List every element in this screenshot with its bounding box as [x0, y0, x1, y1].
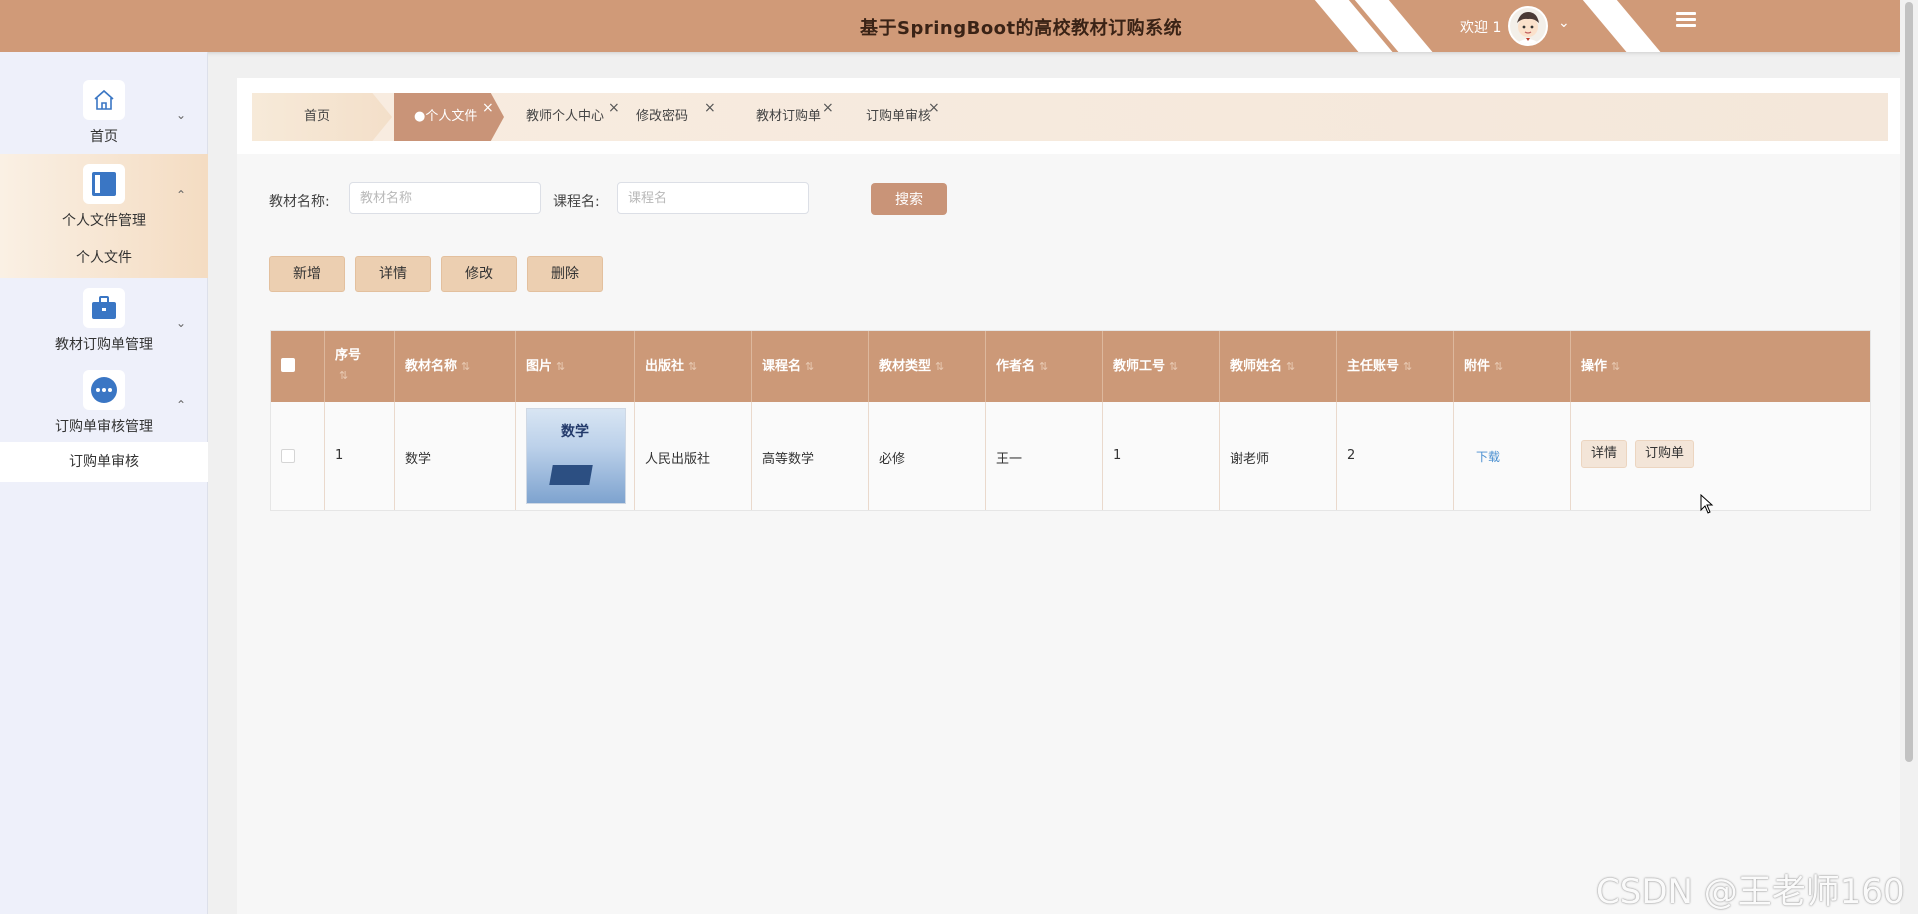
- tab-change-password[interactable]: 修改密码 ×: [624, 93, 734, 141]
- document-panel-icon: [83, 164, 125, 204]
- cell-teacher-id: 1: [1113, 448, 1122, 463]
- delete-button[interactable]: 删除: [527, 256, 603, 292]
- header-decor-stripe: [1574, 0, 1676, 52]
- cell-author: 王一: [996, 452, 1023, 467]
- data-table: 序号 ⇅ 教材名称 ⇅ 图片 ⇅ 出版社 ⇅ 课程名 ⇅ 教材类型 ⇅ 作者名 ⇅ 教师工号 ⇅…: [270, 330, 1871, 511]
- close-icon[interactable]: ×: [928, 84, 940, 132]
- detail-button[interactable]: 详情: [355, 256, 431, 292]
- sidebar-item-label: 首页: [90, 129, 118, 145]
- cell-textbook-name: 数学: [405, 452, 432, 467]
- column-header[interactable]: 主任账号 ⇅: [1347, 355, 1412, 374]
- scrollbar-thumb[interactable]: [1905, 2, 1913, 762]
- cell-director: 2: [1347, 448, 1356, 463]
- sidebar-item-label: 教材订购单管理: [55, 337, 153, 353]
- column-header[interactable]: 出版社 ⇅: [645, 355, 697, 374]
- column-header[interactable]: 附件 ⇅: [1464, 355, 1503, 374]
- column-header[interactable]: 教材类型 ⇅: [879, 355, 944, 374]
- tab-textbook-order[interactable]: 教材订购单 ×: [742, 93, 852, 141]
- vertical-scrollbar[interactable]: [1900, 0, 1918, 914]
- close-icon[interactable]: ×: [482, 93, 494, 132]
- tab-personal-file[interactable]: ●个人文件 ×: [394, 93, 504, 141]
- chevron-up-icon: ⌃: [175, 188, 186, 202]
- welcome-text: 欢迎 1: [1460, 20, 1502, 36]
- close-icon[interactable]: ×: [704, 84, 716, 132]
- chevron-down-icon: ⌄: [175, 316, 186, 330]
- cell-course: 高等数学: [762, 452, 815, 467]
- home-icon: [83, 80, 125, 120]
- sidebar-item-review-management[interactable]: 订购单审核管理 ⌃: [0, 370, 208, 442]
- dots-circle-icon: [83, 370, 125, 410]
- chevron-down-icon[interactable]: ⌄: [1558, 15, 1570, 31]
- row-detail-button[interactable]: 详情: [1581, 440, 1628, 468]
- column-header[interactable]: 课程名 ⇅: [762, 355, 814, 374]
- column-header[interactable]: 教师工号 ⇅: [1113, 355, 1178, 374]
- watermark: CSDN @王老师160: [1596, 872, 1905, 912]
- course-name-input[interactable]: [617, 182, 809, 214]
- tab-home[interactable]: 首页: [252, 93, 392, 141]
- column-header[interactable]: 教师姓名 ⇅: [1230, 355, 1295, 374]
- tab-teacher-center[interactable]: 教师个人中心 ×: [514, 93, 624, 141]
- textbook-cover-image[interactable]: 数学: [526, 408, 626, 504]
- sidebar: 首页 ⌄ 个人文件管理 ⌃ 个人文件 教材订购单管理 ⌄ 订购单审核管理 ⌃ 订…: [0, 52, 208, 914]
- laptop-illustration: [549, 465, 593, 485]
- tab-bar: 首页 ●个人文件 × 教师个人中心 × 修改密码 × 教材订购单 × 订购单审核…: [237, 78, 1900, 154]
- add-button[interactable]: 新增: [269, 256, 345, 292]
- search-label-course: 课程名:: [553, 194, 600, 210]
- table-header: 序号 ⇅ 教材名称 ⇅ 图片 ⇅ 出版社 ⇅ 课程名 ⇅ 教材类型 ⇅ 作者名 ⇅ 教师工号 ⇅…: [271, 331, 1870, 402]
- column-header[interactable]: 序号 ⇅: [335, 346, 361, 386]
- sidebar-subitem-personal-file[interactable]: 个人文件: [0, 238, 208, 278]
- chevron-down-icon: ⌄: [175, 108, 186, 122]
- row-checkbox[interactable]: [281, 449, 295, 463]
- sidebar-item-home[interactable]: 首页 ⌄: [0, 80, 208, 150]
- table-row: 1 数学 数学 人民出版社 高等数学 必修 王一 1 谢老师 2 下载 详情 订…: [271, 402, 1870, 510]
- menu-toggle-icon[interactable]: [1676, 12, 1696, 30]
- main-content: 首页 ●个人文件 × 教师个人中心 × 修改密码 × 教材订购单 × 订购单审核…: [237, 78, 1900, 914]
- sidebar-item-label: 订购单审核管理: [55, 419, 153, 435]
- download-link[interactable]: 下载: [1476, 448, 1500, 465]
- sidebar-item-label: 个人文件管理: [62, 213, 146, 229]
- select-all-checkbox[interactable]: [281, 358, 295, 372]
- column-header[interactable]: 作者名 ⇅: [996, 355, 1048, 374]
- sidebar-subitem-order-review[interactable]: 订购单审核: [0, 442, 208, 482]
- chevron-up-icon: ⌃: [175, 398, 186, 412]
- top-header: 基于SpringBoot的高校教材订购系统 欢迎 1 ⌄: [0, 0, 1900, 52]
- cell-index: 1: [335, 448, 344, 463]
- tab-order-review[interactable]: 订购单审核 ×: [852, 93, 962, 141]
- app-title: 基于SpringBoot的高校教材订购系统: [860, 18, 1183, 39]
- search-label-textbook: 教材名称:: [269, 194, 330, 210]
- edit-button[interactable]: 修改: [441, 256, 517, 292]
- close-icon[interactable]: ×: [608, 84, 620, 132]
- close-icon[interactable]: ×: [822, 84, 834, 132]
- search-button[interactable]: 搜索: [871, 183, 947, 215]
- avatar-icon: [1516, 12, 1540, 44]
- tab-strip: 首页 ●个人文件 × 教师个人中心 × 修改密码 × 教材订购单 × 订购单审核…: [252, 93, 1888, 141]
- column-header[interactable]: 教材名称 ⇅: [405, 355, 470, 374]
- sidebar-item-personal-files[interactable]: 个人文件管理 ⌃: [0, 154, 208, 238]
- avatar[interactable]: [1508, 6, 1548, 46]
- cell-type: 必修: [879, 452, 906, 467]
- row-order-button[interactable]: 订购单: [1635, 440, 1695, 468]
- column-header[interactable]: 图片 ⇅: [526, 355, 565, 374]
- briefcase-icon: [83, 288, 125, 328]
- sidebar-item-order-management[interactable]: 教材订购单管理 ⌄: [0, 288, 208, 368]
- column-header[interactable]: 操作 ⇅: [1581, 355, 1620, 374]
- cell-teacher-name: 谢老师: [1230, 452, 1270, 467]
- mouse-cursor-icon: [1700, 493, 1714, 518]
- textbook-name-input[interactable]: [349, 182, 541, 214]
- cell-publisher: 人民出版社: [645, 452, 711, 467]
